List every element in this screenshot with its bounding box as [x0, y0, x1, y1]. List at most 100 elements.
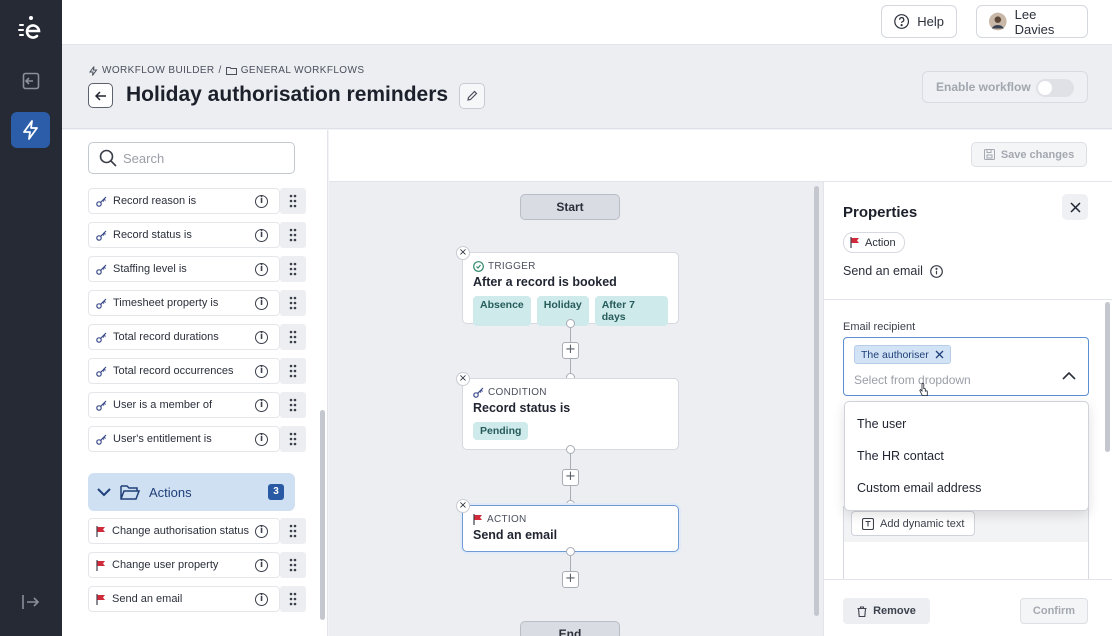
drag-handle[interactable]	[280, 358, 306, 384]
drag-handle[interactable]	[280, 222, 306, 248]
condition-item-box[interactable]: Record status is i	[88, 222, 280, 248]
start-node[interactable]: Start	[520, 194, 620, 220]
drag-handle[interactable]	[280, 188, 306, 214]
info-icon[interactable]: i	[255, 229, 268, 242]
drag-handle[interactable]	[280, 552, 306, 578]
action-item-box[interactable]: Change user property i	[88, 552, 280, 578]
sidebar-scrollbar[interactable]	[320, 410, 325, 620]
condition-item[interactable]: Total record occurrences i	[88, 358, 306, 384]
condition-item-box[interactable]: User is a member of i	[88, 392, 280, 418]
enable-workflow-button[interactable]: Enable workflow	[922, 71, 1088, 103]
drag-handle[interactable]	[280, 324, 306, 350]
action-item-box[interactable]: Send an email i	[88, 586, 280, 612]
flag-icon	[96, 559, 105, 571]
condition-item-label: Record status is	[113, 229, 192, 241]
breadcrumb-general-workflows[interactable]: GENERAL WORKFLOWS	[241, 65, 365, 76]
condition-item-box[interactable]: Record reason is i	[88, 188, 280, 214]
email-recipient-field[interactable]: The authoriser Select from dropdown	[843, 337, 1089, 396]
option-hr-contact[interactable]: The HR contact	[845, 440, 1088, 472]
remove-trigger-icon[interactable]: ×	[456, 246, 470, 260]
recipient-placeholder: Select from dropdown	[854, 373, 971, 387]
condition-item[interactable]: Record reason is i	[88, 188, 306, 214]
info-icon[interactable]: i	[255, 365, 268, 378]
condition-node[interactable]: × CONDITION Record status is Pending	[456, 372, 679, 450]
condition-item-box[interactable]: User's entitlement is i	[88, 426, 280, 452]
exit-icon[interactable]	[11, 63, 50, 99]
recipient-chip[interactable]: The authoriser	[854, 345, 951, 364]
add-step-button[interactable]: +	[562, 342, 579, 359]
info-icon[interactable]: i	[255, 399, 268, 412]
drag-handle[interactable]	[280, 290, 306, 316]
remove-action-icon[interactable]: ×	[456, 499, 470, 513]
user-menu-button[interactable]: Lee Davies	[976, 5, 1088, 38]
help-button[interactable]: Help	[881, 5, 957, 38]
back-button[interactable]	[88, 83, 113, 108]
save-icon	[983, 149, 995, 160]
drag-handle[interactable]	[280, 518, 306, 544]
condition-item-box[interactable]: Total record occurrences i	[88, 358, 280, 384]
info-icon[interactable]: i	[255, 331, 268, 344]
actions-group-header[interactable]: Actions 3	[88, 473, 295, 511]
properties-scrollbar[interactable]	[1105, 302, 1110, 452]
option-custom-email[interactable]: Custom email address	[845, 472, 1088, 504]
action-item[interactable]: Change authorisation status i	[88, 518, 306, 544]
recipient-dropdown: The user The HR contact Custom email add…	[844, 401, 1089, 511]
save-changes-button[interactable]: Save changes	[971, 142, 1087, 167]
remove-condition-icon[interactable]: ×	[456, 372, 470, 386]
expand-rail-icon[interactable]	[11, 584, 50, 620]
info-icon[interactable]: i	[255, 195, 268, 208]
drag-handle[interactable]	[280, 426, 306, 452]
condition-item-box[interactable]: Staffing level is i	[88, 256, 280, 282]
workflow-lightning-icon[interactable]	[11, 112, 50, 148]
breadcrumb-separator: /	[218, 65, 222, 76]
info-icon[interactable]: i	[255, 593, 268, 606]
condition-item-box[interactable]: Timesheet property is i	[88, 290, 280, 316]
breadcrumb-workflow-builder[interactable]: WORKFLOW BUILDER	[102, 65, 215, 76]
chevron-up-icon[interactable]	[1062, 372, 1076, 380]
info-icon[interactable]: i	[255, 263, 268, 276]
workflow-canvas[interactable]: Start × TRIGGER After a record is booked…	[329, 182, 823, 636]
condition-item[interactable]: Timesheet property is i	[88, 290, 306, 316]
end-node[interactable]: End	[520, 621, 620, 636]
condition-item[interactable]: Total record durations i	[88, 324, 306, 350]
condition-item[interactable]: Staffing level is i	[88, 256, 306, 282]
trash-icon	[857, 605, 867, 617]
condition-item[interactable]: User is a member of i	[88, 392, 306, 418]
confirm-button[interactable]: Confirm	[1020, 598, 1088, 624]
action-item[interactable]: Change user property i	[88, 552, 306, 578]
add-step-button[interactable]: +	[562, 469, 579, 486]
add-step-button[interactable]: +	[562, 571, 579, 588]
add-dynamic-text-button[interactable]: Add dynamic text	[851, 511, 976, 536]
condition-item[interactable]: Record status is i	[88, 222, 306, 248]
key-icon	[96, 230, 107, 241]
drag-handle[interactable]	[280, 256, 306, 282]
chip-remove-icon[interactable]	[935, 350, 944, 359]
option-the-user[interactable]: The user	[845, 408, 1088, 440]
drag-handle[interactable]	[280, 586, 306, 612]
close-properties-button[interactable]	[1062, 194, 1088, 220]
condition-item-box[interactable]: Total record durations i	[88, 324, 280, 350]
enable-workflow-toggle[interactable]	[1036, 79, 1074, 97]
flag-icon	[473, 514, 482, 525]
action-item-box[interactable]: Change authorisation status i	[88, 518, 280, 544]
search-input[interactable]	[123, 150, 283, 166]
condition-item-label: Staffing level is	[113, 263, 187, 275]
drag-handle[interactable]	[280, 392, 306, 418]
remove-button[interactable]: Remove	[843, 598, 930, 624]
action-item[interactable]: Send an email i	[88, 586, 306, 612]
canvas-scrollbar[interactable]	[814, 186, 819, 616]
trigger-node[interactable]: × TRIGGER After a record is booked Absen…	[456, 246, 679, 326]
drag-handle-icon	[289, 558, 297, 572]
edit-title-button[interactable]	[459, 83, 485, 109]
info-icon[interactable]: i	[255, 297, 268, 310]
info-icon[interactable]: i	[255, 433, 268, 446]
flag-icon	[96, 525, 105, 537]
info-icon[interactable]: i	[255, 525, 268, 538]
app-logo-icon[interactable]	[16, 14, 46, 44]
condition-item[interactable]: User's entitlement is i	[88, 426, 306, 452]
action-node[interactable]: × ACTION Send an email	[456, 499, 679, 552]
info-icon[interactable]: i	[255, 559, 268, 572]
info-icon[interactable]	[930, 264, 943, 278]
condition-item-label: Total record durations	[113, 331, 219, 343]
search-box[interactable]	[88, 142, 295, 174]
